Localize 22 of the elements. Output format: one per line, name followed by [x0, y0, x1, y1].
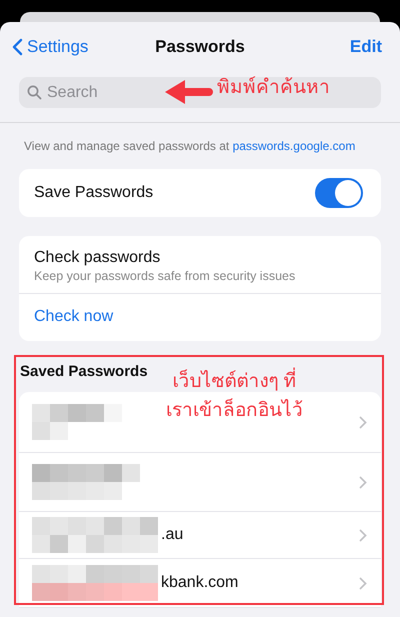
page-title: Passwords — [155, 37, 245, 56]
chevron-right-icon[interactable] — [359, 476, 367, 488]
chevron-right-icon[interactable] — [359, 416, 367, 428]
site-name: .au — [161, 526, 184, 544]
section-heading: Saved Passwords — [20, 363, 148, 380]
google-passwords-link[interactable]: passwords.google.com — [232, 139, 356, 153]
check-now-button[interactable]: Check now — [19, 294, 128, 341]
setting-label: Save Passwords — [34, 184, 154, 202]
back-button[interactable]: Settings — [12, 37, 88, 57]
card-subtitle: Keep your passwords safe from security issues — [34, 269, 296, 283]
site-name: kbank.com — [161, 574, 238, 592]
info-text: View and manage saved passwords at passwords.google.com — [24, 139, 356, 153]
chevron-right-icon[interactable] — [359, 528, 367, 542]
search-icon — [27, 85, 42, 100]
annotation-arrow — [163, 77, 213, 107]
chevron-right-icon[interactable] — [359, 576, 367, 590]
annotation-text: เว็บไซต์ต่างๆ ที่ เราเข้าล็อกอินไว้ — [166, 368, 303, 425]
card-title: Check passwords — [34, 249, 160, 266]
toggle-switch[interactable] — [315, 178, 363, 208]
annotation-text: พิมพ์คำค้นหา — [217, 75, 330, 100]
edit-button[interactable]: Edit — [350, 37, 382, 57]
chevron-left-icon — [12, 38, 23, 56]
